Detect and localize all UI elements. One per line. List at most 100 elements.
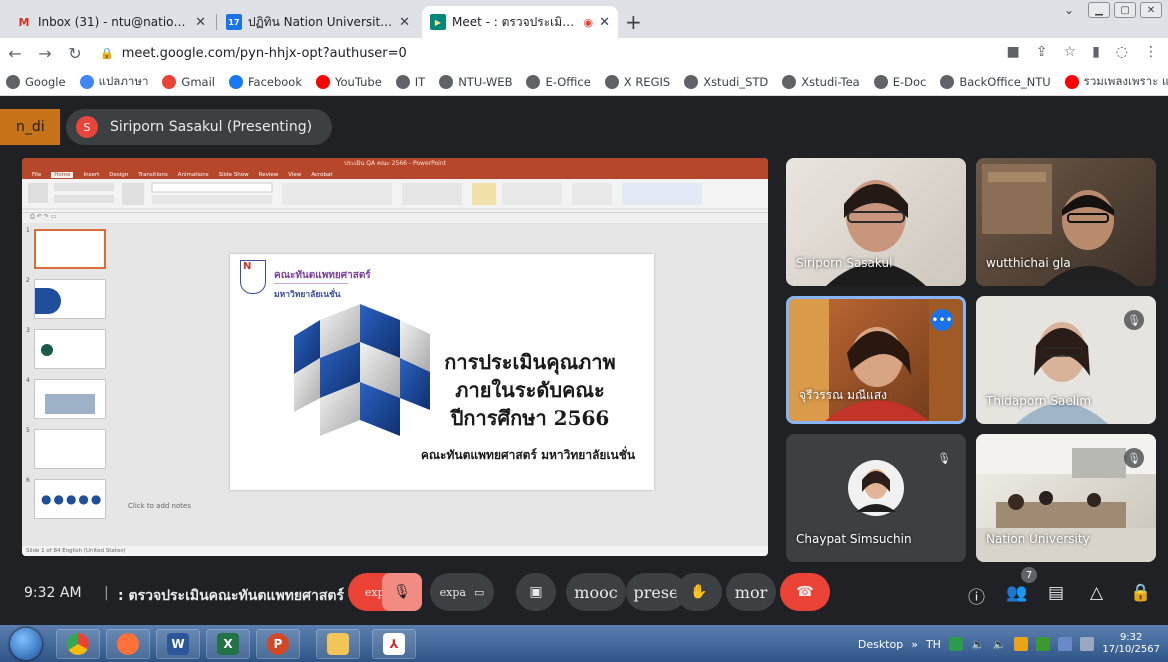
bookmark-icon (162, 74, 177, 89)
firefox-taskbar-button[interactable] (106, 629, 150, 659)
slide-thumb[interactable] (34, 329, 106, 369)
bookmark-item[interactable]: BackOffice_NTU (940, 74, 1051, 89)
more-options-button[interactable]: mor (726, 573, 776, 611)
ppt-tab[interactable]: Slide Show (219, 172, 249, 178)
bookmark-item[interactable]: E-Doc (873, 74, 926, 89)
participant-tile[interactable]: wutthichai gla (976, 158, 1156, 286)
star-icon[interactable]: ☆ (1064, 44, 1077, 60)
ppt-tab[interactable]: Review (259, 172, 279, 178)
bookmark-item[interactable]: IT (395, 74, 425, 89)
tray-app-icon[interactable] (1036, 637, 1051, 651)
ppt-tab[interactable]: Animations (178, 172, 209, 178)
powerpoint-taskbar-button[interactable]: P (256, 629, 300, 659)
bookmark-item[interactable]: NTU-WEB (439, 74, 512, 89)
bookmark-icon (79, 74, 94, 89)
bookmark-label: แปลภาษา (98, 73, 149, 88)
camera-button[interactable]: expa ▭ (430, 573, 494, 611)
current-slide[interactable]: N คณะทันตแพทยศาสตร์ มหาวิทยาลัยเนชั่น กา… (230, 254, 654, 490)
bookmark-label: BackOffice_NTU (959, 74, 1051, 89)
slide-thumb[interactable]: ●●●●● (34, 479, 106, 519)
bookmark-item[interactable]: Google (6, 74, 66, 89)
network-icon[interactable] (1058, 637, 1073, 651)
mic-toggle-button[interactable]: 🎙 (382, 573, 422, 611)
tab-meet[interactable]: ▶ Meet - : ตรวจประเมินคณะทัน ◉ ✕ (422, 6, 618, 38)
people-icon[interactable]: 👥 (1006, 583, 1027, 603)
desktop-toolbar[interactable]: Desktop (858, 638, 903, 651)
slide-thumb[interactable] (34, 229, 106, 269)
word-taskbar-button[interactable]: W (156, 629, 200, 659)
menu-icon[interactable]: ⋮ (1144, 44, 1158, 60)
raise-hand-button[interactable]: ✋ (676, 573, 722, 611)
close-icon[interactable]: ✕ (195, 15, 206, 30)
close-window-button[interactable]: ✕ (1140, 2, 1162, 18)
slide-thumb[interactable] (34, 429, 106, 469)
meet-icon: ▶ (430, 14, 446, 30)
camera-indicator-icon[interactable]: ■ (1007, 44, 1020, 60)
ppt-tab[interactable]: Acrobat (311, 172, 332, 178)
bookmark-item[interactable]: Xstudi_STD (684, 74, 768, 89)
leave-call-button[interactable]: ☎ (780, 573, 830, 611)
volume-icon[interactable]: 🔈 (971, 638, 985, 651)
slide-thumb[interactable] (34, 279, 106, 319)
ppt-tab[interactable]: File (32, 172, 41, 178)
participant-name: Siriporn Sasakul (796, 256, 893, 270)
close-icon[interactable]: ✕ (399, 15, 410, 30)
slide-thumb[interactable] (34, 379, 106, 419)
chevron-down-icon[interactable]: ⌄ (1064, 3, 1074, 17)
share-icon[interactable]: ⇪ (1036, 44, 1048, 60)
tray-app-icon[interactable] (948, 637, 963, 651)
back-icon[interactable]: ← (0, 44, 30, 63)
maximize-button[interactable]: ▢ (1114, 2, 1136, 18)
bookmark-item[interactable]: YouTube (316, 74, 382, 89)
forward-icon[interactable]: → (30, 44, 60, 63)
bookmark-item[interactable]: Xstudi-Tea (782, 74, 860, 89)
tray-app-icon[interactable] (1014, 637, 1029, 651)
bookmark-item[interactable]: Gmail (162, 74, 215, 89)
close-icon[interactable]: ✕ (599, 15, 610, 30)
participant-tile[interactable]: 🎙 Thidaporn Saelim (976, 296, 1156, 424)
ppt-tab[interactable]: Transitions (138, 172, 167, 178)
language-indicator[interactable]: TH (926, 638, 941, 651)
participant-tile[interactable]: 🎙 Chaypat Simsuchin (786, 434, 966, 562)
sidepanel-icon[interactable]: ▮ (1092, 44, 1100, 60)
bookmark-item[interactable]: รวมเพลงเพราะ แอบแ... (1064, 73, 1168, 91)
notification-icon[interactable] (1080, 637, 1095, 651)
ppt-tab[interactable]: Insert (83, 172, 99, 178)
chrome-taskbar-button[interactable] (56, 629, 100, 659)
start-button[interactable] (10, 628, 42, 660)
explorer-taskbar-button[interactable] (316, 629, 360, 659)
ppt-tab[interactable]: Design (109, 172, 128, 178)
volume-icon[interactable]: 🔈 (993, 638, 1007, 651)
bookmark-item[interactable]: Facebook (228, 74, 302, 89)
chat-icon[interactable]: ▤ (1048, 583, 1064, 603)
profile-icon[interactable]: ◌ (1116, 44, 1128, 60)
bookmark-item[interactable]: E-Office (526, 74, 591, 89)
speaker-notes[interactable]: Click to add notes (128, 502, 191, 510)
address-bar[interactable]: 🔒 meet.google.com/pyn-hhjx-opt?authuser=… (100, 42, 980, 64)
ppt-tab[interactable]: Home (51, 171, 74, 178)
presenter-pill[interactable]: S Siriporn Sasakul (Presenting) (66, 109, 333, 145)
info-icon[interactable]: ⓘ (968, 583, 985, 608)
tab-inbox[interactable]: M Inbox (31) - ntu@nation.ac.th - N ✕ (8, 6, 214, 38)
tab-calendar[interactable]: 17 ปฏิทิน Nation University - วันพฤหั ✕ (218, 6, 418, 38)
reload-icon[interactable]: ↻ (60, 44, 90, 63)
mood-button[interactable]: mooc (566, 573, 626, 611)
pdf-taskbar-button[interactable]: ⅄ (372, 629, 416, 659)
more-options-icon[interactable]: ••• (931, 309, 953, 331)
host-controls-icon[interactable]: 🔒 (1130, 583, 1151, 603)
bookmark-icon (604, 74, 619, 89)
participant-tile[interactable]: 🎙 Nation University (976, 434, 1156, 562)
participant-tile-speaking[interactable]: ••• จุรีวรรณ มณีแสง (786, 296, 966, 424)
minimize-button[interactable]: ▁ (1088, 2, 1110, 18)
captions-button[interactable]: ▣ (516, 573, 556, 611)
expand-tray-icon[interactable]: » (911, 638, 918, 651)
activities-icon[interactable]: △ (1090, 583, 1103, 603)
ppt-tab[interactable]: View (288, 172, 301, 178)
new-tab-button[interactable]: + (625, 10, 642, 34)
bookmark-item[interactable]: X REGIS (604, 74, 670, 89)
participant-tile[interactable]: Siriporn Sasakul (786, 158, 966, 286)
bookmark-item[interactable]: แปลภาษา (79, 73, 149, 91)
excel-taskbar-button[interactable]: X (206, 629, 250, 659)
shared-screen[interactable]: ประเมิน QA คณะ 2566 - PowerPoint File Hom… (22, 158, 768, 556)
system-clock[interactable]: 9:32 17/10/2567 (1102, 632, 1160, 656)
